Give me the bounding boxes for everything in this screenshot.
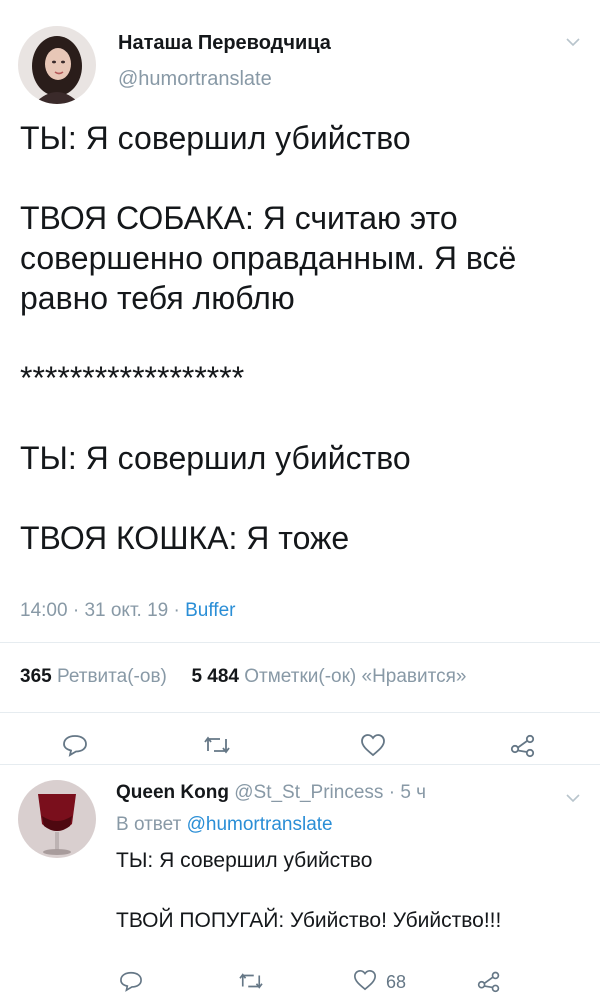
share-icon[interactable] xyxy=(472,966,506,996)
retweet-icon[interactable] xyxy=(234,966,268,996)
tweet-line xyxy=(20,478,580,518)
tweet-stats: 365 Ретвита(-ов) 5 484 Отметки(-ок) «Нра… xyxy=(20,666,467,688)
retweet-icon[interactable] xyxy=(200,730,234,760)
tweet-line xyxy=(20,318,580,358)
divider xyxy=(0,642,600,643)
like-icon[interactable] xyxy=(356,730,390,760)
tweet-line: равно тебя люблю xyxy=(20,280,295,316)
tweet-line: ТВОЯ КОШКА: Я тоже xyxy=(20,520,350,556)
divider xyxy=(0,712,600,713)
tweet-line xyxy=(20,398,580,438)
chevron-down-icon[interactable] xyxy=(566,34,580,52)
likes-count: 5 484 xyxy=(191,666,239,687)
reply-author-handle[interactable]: @St_St_Princess xyxy=(234,782,383,803)
reply-author-name[interactable]: Queen Kong xyxy=(116,782,229,803)
tweet-text: ТЫ: Я совершил убийство ТВОЯ СОБАКА: Я с… xyxy=(20,118,580,558)
author-name[interactable]: Наташа Переводчица xyxy=(118,32,331,55)
likes-stat[interactable]: 5 484 Отметки(-ок) «Нравится» xyxy=(191,666,466,687)
reply-icon[interactable] xyxy=(58,730,92,760)
reply-line: ТВОЙ ПОПУГАЙ: Убийство! Убийство!!! xyxy=(116,909,502,932)
tweet-line: ****************** xyxy=(20,360,245,396)
like-icon[interactable] xyxy=(352,968,378,997)
reply-line: ТЫ: Я совершил убийство xyxy=(116,849,373,872)
reply-author-avatar[interactable] xyxy=(18,780,96,858)
chevron-down-icon[interactable] xyxy=(566,790,580,808)
divider xyxy=(0,764,600,765)
tweet-line xyxy=(20,158,580,198)
tweet-line: ТЫ: Я совершил убийство xyxy=(20,120,411,156)
tweet-line: совершенно оправданным. Я всё xyxy=(20,240,517,276)
retweets-label: Ретвита(-ов) xyxy=(56,666,167,687)
reply-like-button[interactable]: 68 xyxy=(352,968,406,997)
tweet-meta: 14:00 · 31 окт. 19 · Buffer xyxy=(20,600,236,621)
tweet-date[interactable]: 31 окт. 19 xyxy=(84,600,168,621)
tweet-source-link[interactable]: Buffer xyxy=(185,600,235,621)
reply-to: В ответ @humortranslate xyxy=(116,814,333,836)
author-handle[interactable]: @humortranslate xyxy=(118,68,272,91)
tweet-line: ТВОЯ СОБАКА: Я считаю это xyxy=(20,200,458,236)
reply-age: 5 ч xyxy=(400,782,427,803)
reply-like-count: 68 xyxy=(386,972,407,992)
author-avatar[interactable] xyxy=(18,26,96,104)
retweets-count: 365 xyxy=(20,666,52,687)
reply-header: Queen Kong @St_St_Princess · 5 ч xyxy=(116,782,427,803)
tweet-time[interactable]: 14:00 xyxy=(20,600,68,621)
tweet-line: ТЫ: Я совершил убийство xyxy=(20,440,411,476)
reply-to-handle[interactable]: @humortranslate xyxy=(187,814,333,835)
reply-to-label: В ответ xyxy=(116,814,182,835)
share-icon[interactable] xyxy=(506,730,540,760)
reply-text: ТЫ: Я совершил убийство ТВОЙ ПОПУГАЙ: Уб… xyxy=(116,846,576,936)
reply-icon[interactable] xyxy=(114,966,148,996)
retweets-stat[interactable]: 365 Ретвита(-ов) xyxy=(20,666,167,687)
likes-label: Отметки(-ок) «Нравится» xyxy=(244,666,467,687)
